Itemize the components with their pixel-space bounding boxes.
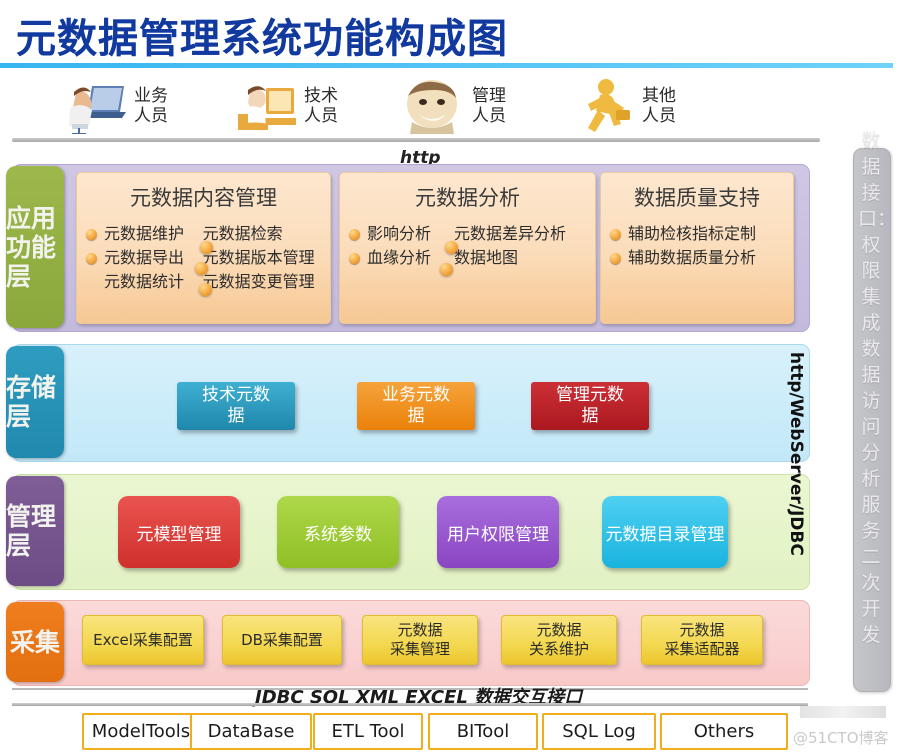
app-item[interactable]: 元数据统计 xyxy=(85,270,203,294)
storage-box-label: 管理元数 据 xyxy=(556,385,624,426)
collection-box-metadata-collection-management[interactable]: 元数据 采集管理 xyxy=(362,615,478,665)
app-box-items-left: 影响分析 血缘分析 xyxy=(348,222,454,270)
source-box-sql-log[interactable]: SQL Log xyxy=(542,713,656,750)
app-item[interactable]: 影响分析 xyxy=(348,222,454,246)
app-box-title: 元数据分析 xyxy=(415,186,520,210)
app-box-items-left: 元数据维护 元数据导出 元数据统计 xyxy=(85,222,203,294)
collection-box-label: Excel采集配置 xyxy=(93,630,193,649)
app-box-metadata-analysis[interactable]: 元数据分析 影响分析 血缘分析 元数据差异分析 数据地图 xyxy=(339,172,596,324)
watermark: @51CTO博客 xyxy=(793,729,889,747)
actor-divider xyxy=(12,138,820,142)
watermark-blur xyxy=(800,706,886,718)
source-box-database[interactable]: DataBase xyxy=(190,713,312,750)
actor-technical: 技术 人员 xyxy=(232,78,338,134)
right-sidebar-label: 数据接口：权限集成 数据访问 分析服务 二次开发 xyxy=(858,130,897,646)
management-box-meta-model[interactable]: 元模型管理 xyxy=(118,496,240,568)
actor-other: 其他 人员 xyxy=(570,78,676,134)
application-layer-tab: 应用功能层 xyxy=(6,166,64,328)
source-box-bitool[interactable]: BITool xyxy=(428,713,538,750)
source-box-others[interactable]: Others xyxy=(660,713,788,750)
actor-management: 管理 人员 xyxy=(400,78,506,134)
actor-label: 技术 人员 xyxy=(304,86,338,126)
actor-label: 其他 人员 xyxy=(642,86,676,126)
collection-box-label: 元数据 采集管理 xyxy=(389,621,450,658)
vertical-protocol-label: http/WebServer/JDBC xyxy=(786,352,806,556)
management-box-metadata-catalog[interactable]: 元数据目录管理 xyxy=(602,496,728,568)
source-box-modeltools[interactable]: ModelTools xyxy=(82,713,200,750)
actor-label: 业务 人员 xyxy=(134,86,168,126)
collection-box-label: 元数据 关系维护 xyxy=(528,621,589,658)
app-item[interactable]: 元数据导出 xyxy=(85,246,203,270)
other-person-icon xyxy=(570,78,636,134)
bullet-icon xyxy=(195,262,208,275)
app-item[interactable]: 元数据维护 xyxy=(85,222,203,246)
app-item[interactable]: 辅助检核指标定制 xyxy=(609,222,789,246)
bullet-icon xyxy=(445,241,458,254)
collection-box-db-config[interactable]: DB采集配置 xyxy=(222,615,342,665)
technical-person-icon xyxy=(232,78,298,134)
actor-label: 管理 人员 xyxy=(472,86,506,126)
app-box-title: 元数据内容管理 xyxy=(130,186,277,210)
source-box-etl-tool[interactable]: ETL Tool xyxy=(313,713,423,750)
actor-business: 业务 人员 xyxy=(62,78,168,135)
page-title: 元数据管理系统功能构成图 xyxy=(16,6,508,64)
title-bar: 元数据管理系统功能构成图 xyxy=(0,0,900,72)
bullet-icon xyxy=(200,241,213,254)
app-item[interactable]: 血缘分析 xyxy=(348,246,454,270)
storage-box-label: 业务元数 据 xyxy=(382,385,450,426)
app-item[interactable]: 辅助数据质量分析 xyxy=(609,246,789,270)
app-item[interactable]: 元数据版本管理 xyxy=(203,246,330,270)
app-item[interactable]: 元数据变更管理 xyxy=(203,270,330,294)
management-box-user-permissions[interactable]: 用户权限管理 xyxy=(437,496,559,568)
collection-box-label: DB采集配置 xyxy=(241,630,323,649)
interface-divider-bottom xyxy=(12,703,808,706)
title-underline xyxy=(0,63,900,68)
management-person-icon xyxy=(400,78,466,134)
bullet-icon xyxy=(440,263,453,276)
storage-box-management-metadata[interactable]: 管理元数 据 xyxy=(531,382,649,430)
app-item[interactable]: 数据地图 xyxy=(454,246,594,270)
storage-box-business-metadata[interactable]: 业务元数 据 xyxy=(357,382,475,430)
app-item[interactable]: 元数据差异分析 xyxy=(454,222,594,246)
bullet-icon xyxy=(199,283,212,296)
business-person-icon xyxy=(62,78,128,135)
collection-box-metadata-relation-maintenance[interactable]: 元数据 关系维护 xyxy=(501,615,617,665)
management-layer-tab: 管理层 xyxy=(6,476,64,586)
app-box-data-quality-support[interactable]: 数据质量支持 辅助检核指标定制 辅助数据质量分析 xyxy=(600,172,794,324)
collection-box-label: 元数据 采集适配器 xyxy=(664,621,740,658)
management-box-system-parameters[interactable]: 系统参数 xyxy=(277,496,399,568)
storage-layer-tab: 存储层 xyxy=(6,346,64,458)
collection-box-excel-config[interactable]: Excel采集配置 xyxy=(82,615,204,665)
app-box-title: 数据质量支持 xyxy=(634,186,760,210)
actor-row: 业务 人员 技术 人员 管理 人员 其他 人员 xyxy=(0,72,900,142)
app-box-items-right: 元数据差异分析 数据地图 xyxy=(454,222,594,270)
collection-box-metadata-collection-adapter[interactable]: 元数据 采集适配器 xyxy=(641,615,763,665)
app-box-items-left: 辅助检核指标定制 辅助数据质量分析 xyxy=(609,222,789,270)
right-edge-mask xyxy=(893,0,900,754)
app-item[interactable]: 元数据检索 xyxy=(203,222,330,246)
storage-box-label: 技术元数 据 xyxy=(202,385,270,426)
storage-box-technical-metadata[interactable]: 技术元数 据 xyxy=(177,382,295,430)
collection-layer-tab: 采集 xyxy=(6,602,64,682)
app-box-items-right: 元数据检索 元数据版本管理 元数据变更管理 xyxy=(203,222,330,294)
app-box-metadata-content-management[interactable]: 元数据内容管理 元数据维护 元数据导出 元数据统计 元数据检索 元数据版本管理 … xyxy=(76,172,331,324)
